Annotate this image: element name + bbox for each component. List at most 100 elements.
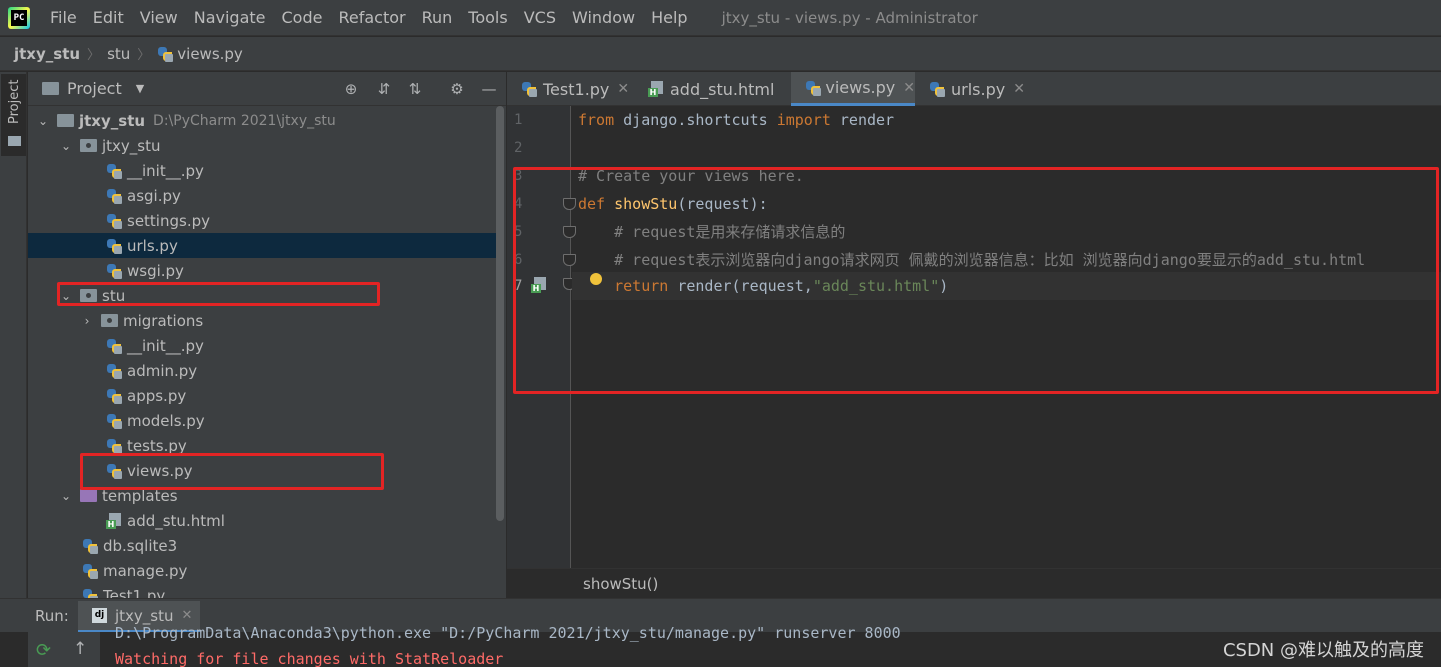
window-title: jtxy_stu - views.py - Administrator <box>721 8 978 27</box>
run-tab-label: jtxy_stu <box>115 606 174 625</box>
menu-bar: PC File Edit View Navigate Code Refactor… <box>0 0 1441 36</box>
tree-label: tests.py <box>127 436 187 455</box>
menu-edit[interactable]: Edit <box>85 8 132 27</box>
folder-icon <box>57 114 74 127</box>
menu-tools[interactable]: Tools <box>460 8 515 27</box>
tree-row-file[interactable]: Test1.py <box>28 583 498 598</box>
tree-label: manage.py <box>103 561 188 580</box>
chevron-down-icon[interactable]: ⌄ <box>59 139 73 153</box>
python-file-icon <box>106 338 122 354</box>
python-file-icon <box>106 213 122 229</box>
editor-tab-bar: Test1.py ✕ H add_stu.html views.py ✕ url… <box>507 72 1441 106</box>
tab-test1[interactable]: Test1.py ✕ <box>507 72 634 106</box>
run-console[interactable]: ⟳ ↑ D:\ProgramData\Anaconda3\python.exe … <box>0 624 1441 667</box>
arrow-up-icon[interactable]: ↑ <box>73 639 87 659</box>
menu-code[interactable]: Code <box>274 8 331 27</box>
tree-row-file[interactable]: asgi.py <box>28 183 498 208</box>
annotation-box-stu <box>57 282 380 306</box>
function-breadcrumb[interactable]: showStu() <box>583 575 658 593</box>
python-file-icon <box>106 163 122 179</box>
python-file-icon <box>106 238 122 254</box>
python-file-icon <box>82 563 98 579</box>
python-file-icon <box>929 81 945 97</box>
tab-label: urls.py <box>951 79 1006 99</box>
editor-breadcrumb: showStu() <box>507 568 1441 598</box>
rerun-icon[interactable]: ⟳ <box>36 640 51 661</box>
package-folder-icon <box>101 314 118 327</box>
template-folder-icon <box>80 489 97 502</box>
database-file-icon <box>82 538 98 554</box>
tree-label: db.sqlite3 <box>103 536 178 555</box>
tree-label: wsgi.py <box>127 261 184 280</box>
tree-label: asgi.py <box>127 186 181 205</box>
locate-icon[interactable]: ⊕ <box>342 80 360 98</box>
gear-icon[interactable]: ⚙ <box>448 80 466 98</box>
django-icon: dj <box>92 608 107 623</box>
tree-row-file[interactable]: manage.py <box>28 558 498 583</box>
tree-row-file[interactable]: __init__.py <box>28 333 498 358</box>
line-number: 1 <box>514 112 523 128</box>
tree-label: jtxy_stu <box>79 111 146 130</box>
tab-add-stu-html[interactable]: H add_stu.html <box>634 72 791 106</box>
tree-row-file[interactable]: H add_stu.html <box>28 508 498 533</box>
keyword: from <box>578 111 615 129</box>
tree-label: __init__.py <box>127 161 204 180</box>
breadcrumb-package[interactable]: stu <box>107 45 130 63</box>
run-label: Run: <box>35 607 69 625</box>
menu-navigate[interactable]: Navigate <box>186 8 274 27</box>
tab-label: Test1.py <box>543 79 610 99</box>
chevron-right-icon[interactable]: › <box>80 314 94 328</box>
tree-row-file[interactable]: __init__.py <box>28 158 498 183</box>
tree-label: settings.py <box>127 211 210 230</box>
tree-row-file[interactable]: db.sqlite3 <box>28 533 498 558</box>
close-icon[interactable]: ✕ <box>182 608 193 623</box>
chevron-right-icon: 〉 <box>87 48 101 63</box>
project-tool-label: Project <box>7 79 22 124</box>
menu-refactor[interactable]: Refactor <box>330 8 413 27</box>
chevron-down-icon[interactable]: ⌄ <box>59 489 73 503</box>
module-name: django.shortcuts <box>614 111 777 129</box>
breadcrumb: jtxy_stu 〉 stu 〉 views.py <box>0 37 1441 71</box>
tree-row-file[interactable]: apps.py <box>28 383 498 408</box>
tree-label: urls.py <box>127 236 178 255</box>
annotation-box-code <box>513 167 1439 394</box>
tab-label: views.py <box>825 78 896 97</box>
menu-help[interactable]: Help <box>643 8 695 27</box>
menu-run[interactable]: Run <box>414 8 461 27</box>
close-icon[interactable]: ✕ <box>617 81 629 97</box>
chevron-down-icon[interactable]: ⌄ <box>36 114 50 128</box>
tree-row-file[interactable]: admin.py <box>28 358 498 383</box>
hide-icon[interactable]: — <box>480 80 498 98</box>
tree-row-package[interactable]: ⌄ jtxy_stu <box>28 133 498 158</box>
tree-row-root[interactable]: ⌄ jtxy_stu D:\PyCharm 2021\jtxy_stu <box>28 108 498 133</box>
project-panel-header: Project ▼ <box>28 72 506 106</box>
run-toolbar: ⟳ ↑ <box>28 632 100 667</box>
tree-row-file[interactable]: models.py <box>28 408 498 433</box>
breadcrumb-project[interactable]: jtxy_stu <box>14 45 80 63</box>
watermark: CSDN @难以触及的高度 <box>1222 640 1424 661</box>
project-panel-title[interactable]: Project <box>67 79 122 98</box>
menu-view[interactable]: View <box>132 8 186 27</box>
python-file-icon <box>106 188 122 204</box>
close-icon[interactable]: ✕ <box>1013 81 1025 97</box>
tree-row-file[interactable]: wsgi.py <box>28 258 498 283</box>
expand-all-icon[interactable]: ⇵ <box>375 80 393 98</box>
close-icon[interactable]: ✕ <box>903 80 915 96</box>
menu-vcs[interactable]: VCS <box>516 8 564 27</box>
menu-window[interactable]: Window <box>564 8 643 27</box>
folder-icon <box>42 82 59 95</box>
tab-urls[interactable]: urls.py ✕ <box>915 72 1030 106</box>
project-tree-scrollbar[interactable] <box>496 106 504 521</box>
package-folder-icon <box>80 139 97 152</box>
project-tool-button[interactable]: Project <box>1 74 26 156</box>
menu-file[interactable]: File <box>42 8 85 27</box>
tab-views[interactable]: views.py ✕ <box>791 72 915 106</box>
python-file-icon <box>157 46 174 62</box>
tree-row-package[interactable]: › migrations <box>28 308 498 333</box>
tree-row-file[interactable]: settings.py <box>28 208 498 233</box>
tree-row-file-selected[interactable]: urls.py <box>28 233 498 258</box>
breadcrumb-file[interactable]: views.py <box>177 45 243 63</box>
python-file-icon <box>805 80 821 96</box>
chevron-down-icon[interactable]: ▼ <box>136 82 144 95</box>
collapse-all-icon[interactable]: ⇅ <box>406 80 424 98</box>
